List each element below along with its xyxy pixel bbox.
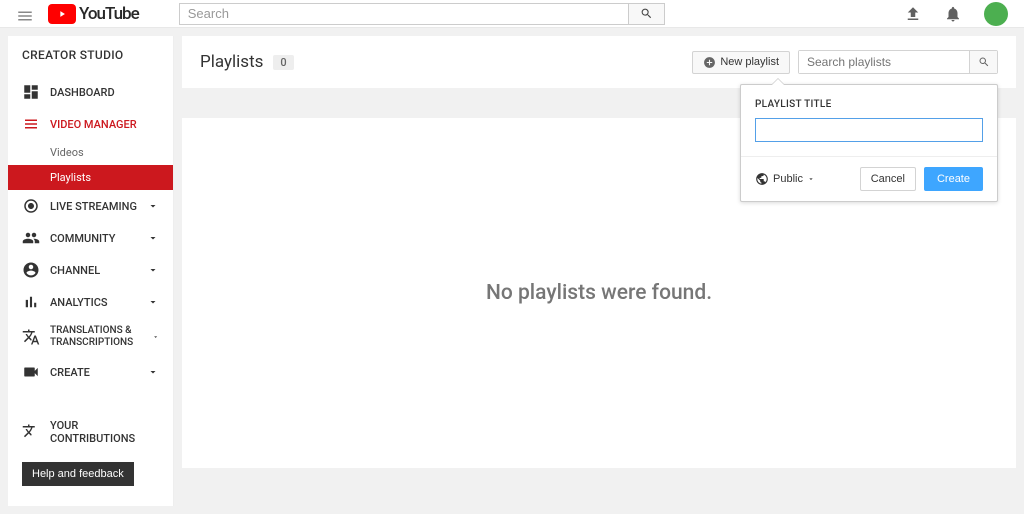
search-bar [179,3,665,25]
header: YouTube [0,0,1024,28]
community-icon [22,229,40,247]
playlist-title-input[interactable] [755,118,983,142]
playlist-search-bar [798,50,998,74]
popover-actions: Cancel Create [860,167,983,191]
search-icon [640,7,653,20]
sidebar-item-contributions[interactable]: YOUR CONTRIBUTIONS [8,412,173,452]
sidebar-item-community[interactable]: COMMUNITY [8,222,173,254]
privacy-label: Public [773,173,803,185]
new-playlist-popover: PLAYLIST TITLE Public Cancel Create [740,84,998,202]
sidebar-item-analytics[interactable]: ANALYTICS [8,286,173,318]
create-icon [22,363,40,381]
sidebar-item-label: CHANNEL [50,264,100,277]
popover-body: PLAYLIST TITLE [741,85,997,156]
content: Playlists 0 New playlist ated [174,28,1024,514]
sidebar-item-label: LIVE STREAMING [50,200,137,213]
sidebar-item-label: TRANSLATIONS & TRANSCRIPTIONS [50,325,152,349]
page-title: Playlists [200,52,263,72]
notifications-icon[interactable] [944,5,962,23]
search-button[interactable] [629,3,665,25]
sidebar-item-live-streaming[interactable]: LIVE STREAMING [8,190,173,222]
sidebar-item-label: ANALYTICS [50,296,108,309]
search-icon [978,56,990,68]
globe-icon [755,172,769,186]
youtube-play-icon [48,4,76,24]
live-icon [22,197,40,215]
avatar[interactable] [984,2,1008,26]
chevron-down-icon [147,264,159,276]
sidebar-subitem-videos[interactable]: Videos [8,140,173,165]
privacy-dropdown[interactable]: Public [755,172,815,186]
main: CREATOR STUDIO DASHBOARD VIDEO MANAGER V… [0,28,1024,514]
search-input[interactable] [179,3,629,25]
chevron-down-icon [807,175,815,183]
contributions-icon [22,423,40,441]
chevron-down-icon [147,296,159,308]
popover-footer: Public Cancel Create [741,156,997,201]
playlist-count-badge: 0 [273,55,293,70]
empty-state-message: No playlists were found. [486,281,712,305]
sidebar-item-channel[interactable]: CHANNEL [8,254,173,286]
chevron-down-icon [147,200,159,212]
chevron-down-icon [147,232,159,244]
playlist-search-input[interactable] [799,51,969,73]
sidebar: CREATOR STUDIO DASHBOARD VIDEO MANAGER V… [8,36,174,506]
content-header: Playlists 0 New playlist [182,36,1016,88]
upload-icon[interactable] [904,5,922,23]
sidebar-item-label: COMMUNITY [50,232,115,245]
sidebar-item-label: VIDEO MANAGER [50,118,137,131]
translate-icon [22,328,40,346]
playlist-title-label: PLAYLIST TITLE [755,99,983,110]
chevron-down-icon [147,366,159,378]
cancel-button[interactable]: Cancel [860,167,916,191]
sidebar-item-label: DASHBOARD [50,86,115,99]
sidebar-item-create[interactable]: CREATE [8,356,173,388]
sidebar-item-label: YOUR CONTRIBUTIONS [50,419,159,445]
sidebar-item-translations[interactable]: TRANSLATIONS & TRANSCRIPTIONS [8,318,173,356]
analytics-icon [22,293,40,311]
sidebar-title: CREATOR STUDIO [8,48,173,76]
channel-icon [22,261,40,279]
video-manager-icon [22,115,40,133]
youtube-logo[interactable]: YouTube [48,4,139,24]
header-actions [904,2,1008,26]
dashboard-icon [22,83,40,101]
sidebar-item-video-manager[interactable]: VIDEO MANAGER [8,108,173,140]
sidebar-subitem-playlists[interactable]: Playlists [8,165,173,190]
content-actions: New playlist [692,50,998,74]
create-button[interactable]: Create [924,167,983,191]
logo-text: YouTube [79,4,139,24]
sidebar-item-dashboard[interactable]: DASHBOARD [8,76,173,108]
help-feedback-button[interactable]: Help and feedback [22,462,134,486]
new-playlist-button[interactable]: New playlist [692,51,790,74]
menu-icon[interactable] [16,7,34,21]
sidebar-item-label: CREATE [50,366,90,379]
chevron-down-icon [152,331,159,343]
plus-circle-icon [703,56,716,69]
playlist-search-button[interactable] [969,51,997,73]
new-playlist-label: New playlist [720,56,779,68]
